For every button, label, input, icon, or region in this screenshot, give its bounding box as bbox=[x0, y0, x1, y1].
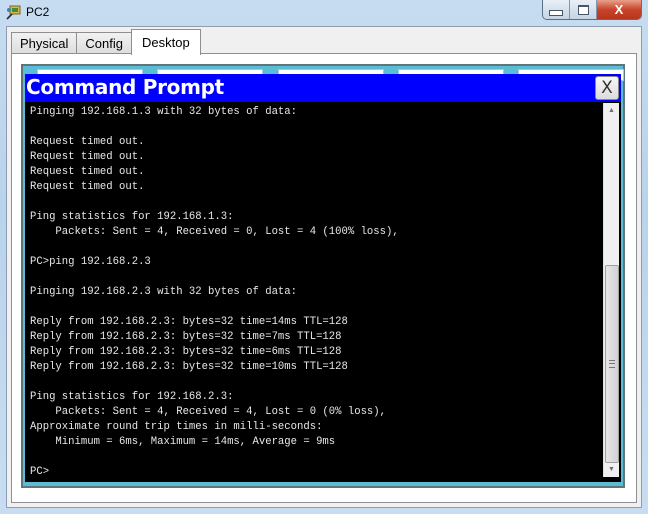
terminal-line: Ping statistics for 192.168.1.3: bbox=[30, 211, 234, 223]
minimize-button[interactable] bbox=[543, 0, 570, 19]
terminal-line: Reply from 192.168.2.3: bytes=32 time=14… bbox=[30, 316, 348, 328]
command-prompt-close-button[interactable]: X bbox=[595, 76, 619, 100]
terminal-line: Minimum = 6ms, Maximum = 14ms, Average =… bbox=[30, 436, 336, 448]
terminal-line: Reply from 192.168.2.3: bytes=32 time=6m… bbox=[30, 346, 342, 358]
scrollbar-thumb[interactable] bbox=[605, 265, 619, 463]
terminal-line: PC> bbox=[30, 466, 50, 478]
terminal-line: Reply from 192.168.2.3: bytes=32 time=10… bbox=[30, 361, 348, 373]
close-icon: X bbox=[614, 2, 624, 17]
terminal-line: Packets: Sent = 4, Received = 0, Lost = … bbox=[30, 226, 399, 238]
window-controls: X bbox=[542, 0, 642, 20]
terminal-line: Request timed out. bbox=[30, 181, 145, 193]
terminal-text: Pinging 192.168.1.3 with 32 bytes of dat… bbox=[30, 105, 399, 480]
packet-tracer-pc-icon bbox=[6, 5, 21, 20]
terminal-line: Pinging 192.168.2.3 with 32 bytes of dat… bbox=[30, 286, 298, 298]
terminal-line: Request timed out. bbox=[30, 166, 145, 178]
terminal-line: PC>ping 192.168.2.3 bbox=[30, 256, 151, 268]
terminal-output[interactable]: Pinging 192.168.1.3 with 32 bytes of dat… bbox=[25, 102, 621, 482]
terminal-line: Request timed out. bbox=[30, 136, 145, 148]
tab-physical[interactable]: Physical bbox=[11, 32, 78, 55]
minimize-icon bbox=[549, 9, 563, 16]
terminal-line: Approximate round trip times in milli-se… bbox=[30, 421, 323, 433]
command-prompt-header: Command Prompt X bbox=[25, 74, 621, 102]
command-prompt-window: Command Prompt X Pinging 192.168.1.3 wit… bbox=[25, 74, 621, 482]
close-icon: X bbox=[601, 78, 613, 98]
window-title: PC2 bbox=[26, 5, 50, 19]
command-prompt-title: Command Prompt bbox=[26, 75, 224, 99]
window-titlebar: PC2 X bbox=[0, 0, 648, 26]
close-window-button[interactable]: X bbox=[597, 0, 641, 19]
terminal-scrollbar[interactable]: ▲ ▼ bbox=[603, 103, 619, 477]
grip-icon bbox=[609, 360, 615, 368]
terminal-line: Packets: Sent = 4, Received = 4, Lost = … bbox=[30, 406, 387, 418]
tab-desktop[interactable]: Desktop bbox=[131, 29, 201, 55]
terminal-line: Ping statistics for 192.168.2.3: bbox=[30, 391, 234, 403]
scroll-down-arrow-icon[interactable]: ▼ bbox=[604, 462, 619, 477]
tab-bar: Physical Config Desktop bbox=[11, 29, 201, 55]
tab-config[interactable]: Config bbox=[76, 32, 132, 55]
main-frame: Physical Config Desktop Command Prompt X… bbox=[6, 26, 642, 508]
terminal-line: Reply from 192.168.2.3: bytes=32 time=7m… bbox=[30, 331, 342, 343]
tab-content: Command Prompt X Pinging 192.168.1.3 wit… bbox=[11, 53, 637, 503]
maximize-button[interactable] bbox=[570, 0, 597, 19]
terminal-line: Request timed out. bbox=[30, 151, 145, 163]
terminal-line: Pinging 192.168.1.3 with 32 bytes of dat… bbox=[30, 106, 298, 118]
scroll-up-arrow-icon[interactable]: ▲ bbox=[604, 103, 619, 118]
maximize-icon bbox=[577, 4, 589, 15]
desktop-area: Command Prompt X Pinging 192.168.1.3 wit… bbox=[21, 64, 625, 488]
